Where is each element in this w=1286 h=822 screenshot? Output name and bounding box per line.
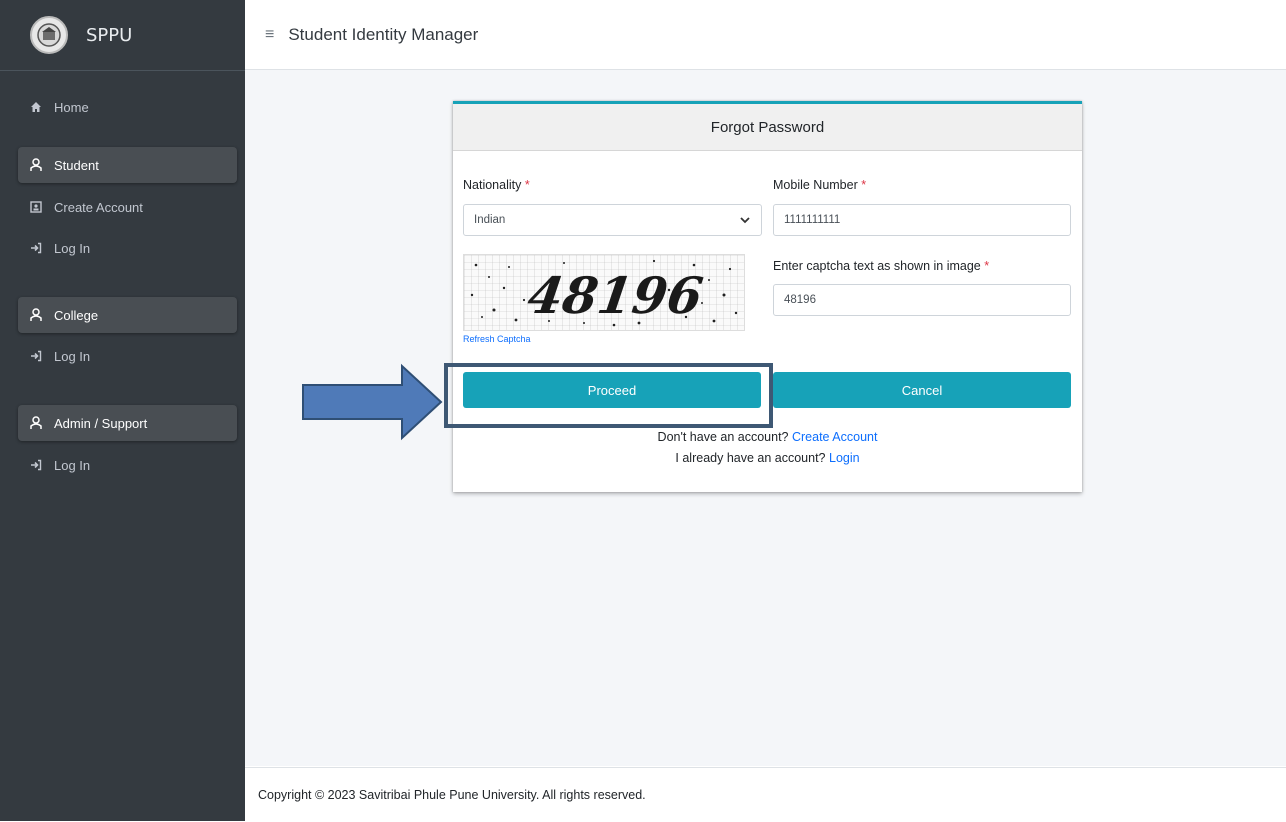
captcha-image: 48196 <box>463 254 745 331</box>
chevron-down-icon <box>740 217 750 224</box>
required-mark: * <box>524 178 530 192</box>
sign-in-icon <box>28 242 44 254</box>
forgot-password-card: Forgot Password Nationality * Indian Mob… <box>453 101 1082 492</box>
create-account-link[interactable]: Create Account <box>792 430 877 444</box>
captcha-input[interactable]: 48196 <box>773 284 1071 316</box>
sign-in-icon <box>28 459 44 471</box>
sidebar-item-home[interactable]: Home <box>18 89 237 125</box>
nationality-label: Nationality * <box>463 178 530 192</box>
nationality-value: Indian <box>474 214 506 226</box>
have-account-line: I already have an account? Login <box>453 451 1082 465</box>
captcha-input-value: 48196 <box>784 294 816 306</box>
home-icon <box>28 101 44 113</box>
sidebar-item-label: Create Account <box>54 199 143 215</box>
university-logo-icon <box>30 16 68 54</box>
sidebar-item-student-login[interactable]: Log In <box>18 230 237 266</box>
captcha-label-text: Enter captcha text as shown in image <box>773 259 981 273</box>
sidebar-item-label: Home <box>54 99 89 115</box>
sidebar-item-label: Admin / Support <box>54 415 148 431</box>
refresh-captcha-link[interactable]: Refresh Captcha <box>463 334 531 344</box>
required-mark: * <box>861 178 867 192</box>
copyright-text: Copyright © 2023 Savitribai Phule Pune U… <box>258 788 646 802</box>
sidebar: SPPU Home Student Create Account Log In … <box>0 0 245 821</box>
captcha-text: 48196 <box>524 266 706 325</box>
no-account-text: Don't have an account? <box>657 430 789 444</box>
sign-in-icon <box>28 350 44 362</box>
sidebar-section-student[interactable]: Student <box>18 147 237 183</box>
cancel-button[interactable]: Cancel <box>773 372 1071 408</box>
mobile-number-label: Mobile Number * <box>773 178 866 192</box>
highlight-box <box>444 363 773 428</box>
mobile-label-text: Mobile Number <box>773 178 858 192</box>
sidebar-item-label: Log In <box>54 348 91 364</box>
brand[interactable]: SPPU <box>0 0 245 71</box>
required-mark: * <box>984 259 990 273</box>
sidebar-section-college[interactable]: College <box>18 297 237 333</box>
sidebar-item-college-login[interactable]: Log In <box>18 338 237 374</box>
sidebar-item-label: Student <box>54 157 99 173</box>
nationality-label-text: Nationality <box>463 178 522 192</box>
sidebar-item-admin-login[interactable]: Log In <box>18 447 237 483</box>
card-title: Forgot Password <box>453 104 1082 151</box>
sidebar-item-label: Log In <box>54 457 91 473</box>
have-account-text: I already have an account? <box>675 451 826 465</box>
pointer-arrow-icon <box>302 363 443 441</box>
user-icon <box>28 308 44 322</box>
id-card-icon <box>28 201 44 213</box>
page-title: Student Identity Manager <box>288 24 479 44</box>
sidebar-item-create-account[interactable]: Create Account <box>18 189 237 225</box>
captcha-input-label: Enter captcha text as shown in image * <box>773 259 989 273</box>
no-account-line: Don't have an account? Create Account <box>453 430 1082 444</box>
sidebar-item-label: College <box>54 307 99 323</box>
brand-text: SPPU <box>86 24 133 46</box>
user-icon <box>28 158 44 172</box>
page-footer: Copyright © 2023 Savitribai Phule Pune U… <box>245 767 1286 822</box>
topbar: ≡ Student Identity Manager <box>245 0 1286 70</box>
mobile-number-value: 1111111111 <box>784 214 841 226</box>
hamburger-menu-icon[interactable]: ≡ <box>265 26 274 44</box>
login-link[interactable]: Login <box>829 451 860 465</box>
sidebar-section-admin-support[interactable]: Admin / Support <box>18 405 237 441</box>
sidebar-item-label: Log In <box>54 240 91 256</box>
user-icon <box>28 416 44 430</box>
nationality-select[interactable]: Indian <box>463 204 762 236</box>
mobile-number-input[interactable]: 1111111111 <box>773 204 1071 236</box>
